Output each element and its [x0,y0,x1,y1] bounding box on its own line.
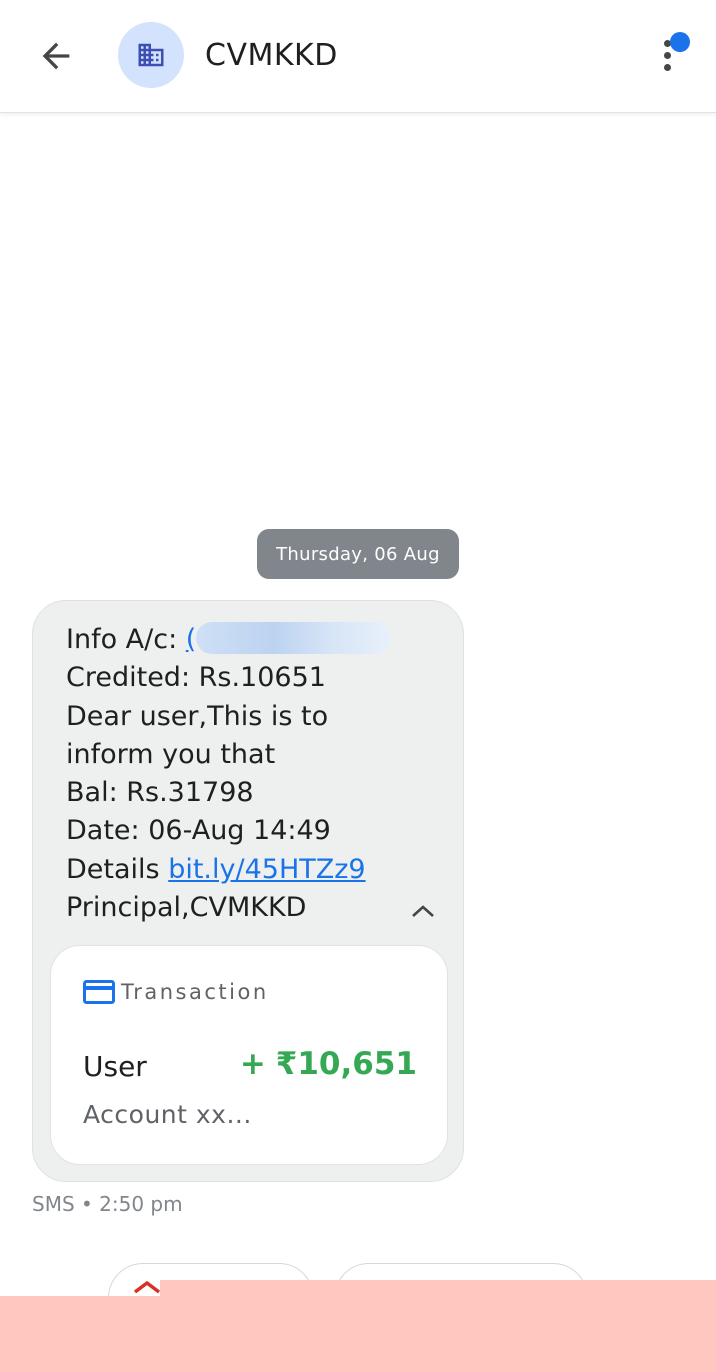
message-line-inform: inform you that [66,738,276,770]
app-bar: CVMKKD [0,0,716,113]
message-meta: SMS • 2:50 pm [32,1192,183,1216]
chevron-up-icon [412,905,434,917]
redacted-account-number [196,621,392,654]
details-link[interactable]: bit.ly/45HTZz9 [168,854,365,885]
arrow-back-icon [42,42,70,70]
credit-sign: + [239,1046,266,1082]
message-line-balance: Bal: Rs.31798 [66,777,254,809]
info-label: Info A/c: [66,624,178,655]
more-vertical-icon-dot [664,52,671,59]
transaction-card[interactable]: Transaction User + ₹10,651 Account xx... [50,945,448,1165]
account-link[interactable]: ( [185,621,392,655]
credit-card-icon [83,980,115,1004]
transaction-header-label: Transaction [121,980,269,1004]
sender-avatar[interactable] [118,22,184,88]
account-link-text: ( [185,624,197,655]
conversation-title: CVMKKD [205,38,338,73]
transaction-account: Account xx... [83,1100,252,1129]
business-building-icon [138,43,164,67]
message-text: Info A/c: ( Credited: Rs.10651 Dear user… [66,621,392,927]
details-label: Details [66,853,160,885]
message-line-signature: Principal,CVMKKD [66,892,307,924]
message-line-details: Details bit.ly/45HTZz9 [66,851,391,889]
amount-value: ₹10,651 [275,1046,417,1082]
notification-badge [670,32,690,52]
message-line-credited: Credited: Rs.10651 [66,662,326,694]
date-separator: Thursday, 06 Aug [257,529,459,579]
more-options-button[interactable] [648,28,696,84]
transaction-party: User [83,1050,147,1083]
transaction-amount: + ₹10,651 [240,1046,417,1082]
message-line-date: Date: 06-Aug 14:49 [66,815,331,847]
message-bubble[interactable]: Info A/c: ( Credited: Rs.10651 Dear user… [32,600,464,1182]
keyboard-overlay [0,1296,716,1372]
message-line-dear: Dear user,This is to [66,700,329,732]
collapse-button[interactable] [405,897,441,925]
transaction-header: Transaction [83,980,269,1004]
back-button[interactable] [28,28,84,84]
more-vertical-icon-dot [664,64,671,71]
message-line-info: Info A/c: ( [66,621,392,659]
